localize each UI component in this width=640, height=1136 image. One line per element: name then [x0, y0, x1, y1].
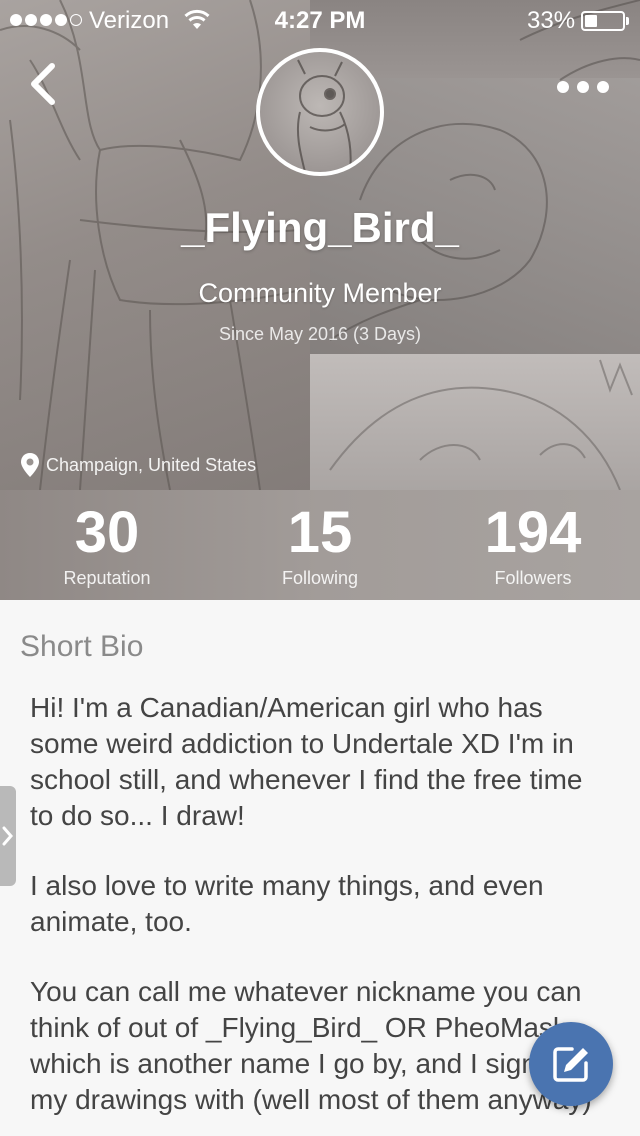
- location-pin-icon: [21, 453, 39, 477]
- bio-heading: Short Bio: [20, 630, 144, 663]
- stat-value: 194: [484, 500, 582, 565]
- member-since: Since May 2016 (3 Days): [218, 324, 422, 344]
- compose-button[interactable]: [529, 1022, 613, 1106]
- profile-screen: Verizon 4:27 PM 33% _Flying_Bird_ Commun…: [0, 0, 640, 1136]
- back-button[interactable]: [24, 58, 68, 110]
- location[interactable]: Champaign, United States: [20, 452, 256, 478]
- member-role: Community Member: [198, 278, 442, 308]
- stat-label: Reputation: [63, 568, 151, 588]
- bio-paragraph: I also love to write many things, and ev…: [30, 870, 544, 937]
- stat-value: 15: [287, 500, 353, 565]
- username: _Flying_Bird_: [181, 204, 459, 251]
- stat-following[interactable]: 15 Following: [213, 500, 427, 589]
- bio-paragraph: You can call me whatever nickname you ca…: [30, 976, 604, 1115]
- avatar[interactable]: [256, 48, 384, 176]
- stat-label: Following: [281, 568, 359, 588]
- stat-reputation[interactable]: 30 Reputation: [0, 500, 214, 589]
- battery-icon: [581, 11, 625, 31]
- location-label: Champaign, United States: [46, 454, 257, 475]
- chevron-right-icon: [2, 826, 13, 846]
- stat-label: Followers: [494, 568, 572, 588]
- chevron-left-icon: [31, 63, 55, 105]
- edit-icon: [553, 1047, 588, 1082]
- side-drawer-handle[interactable]: [0, 786, 16, 886]
- battery-percent: 33%: [527, 7, 576, 34]
- stat-followers[interactable]: 194 Followers: [426, 500, 640, 589]
- bio-paragraph: Hi! I'm a Canadian/American girl who has…: [30, 692, 583, 831]
- stat-value: 30: [74, 500, 140, 565]
- more-dots-icon: [557, 81, 569, 93]
- status-bar: Verizon 4:27 PM 33%: [0, 0, 640, 40]
- more-options-button[interactable]: [548, 70, 618, 104]
- bio-text: Hi! I'm a Canadian/American girl who has…: [30, 690, 610, 1136]
